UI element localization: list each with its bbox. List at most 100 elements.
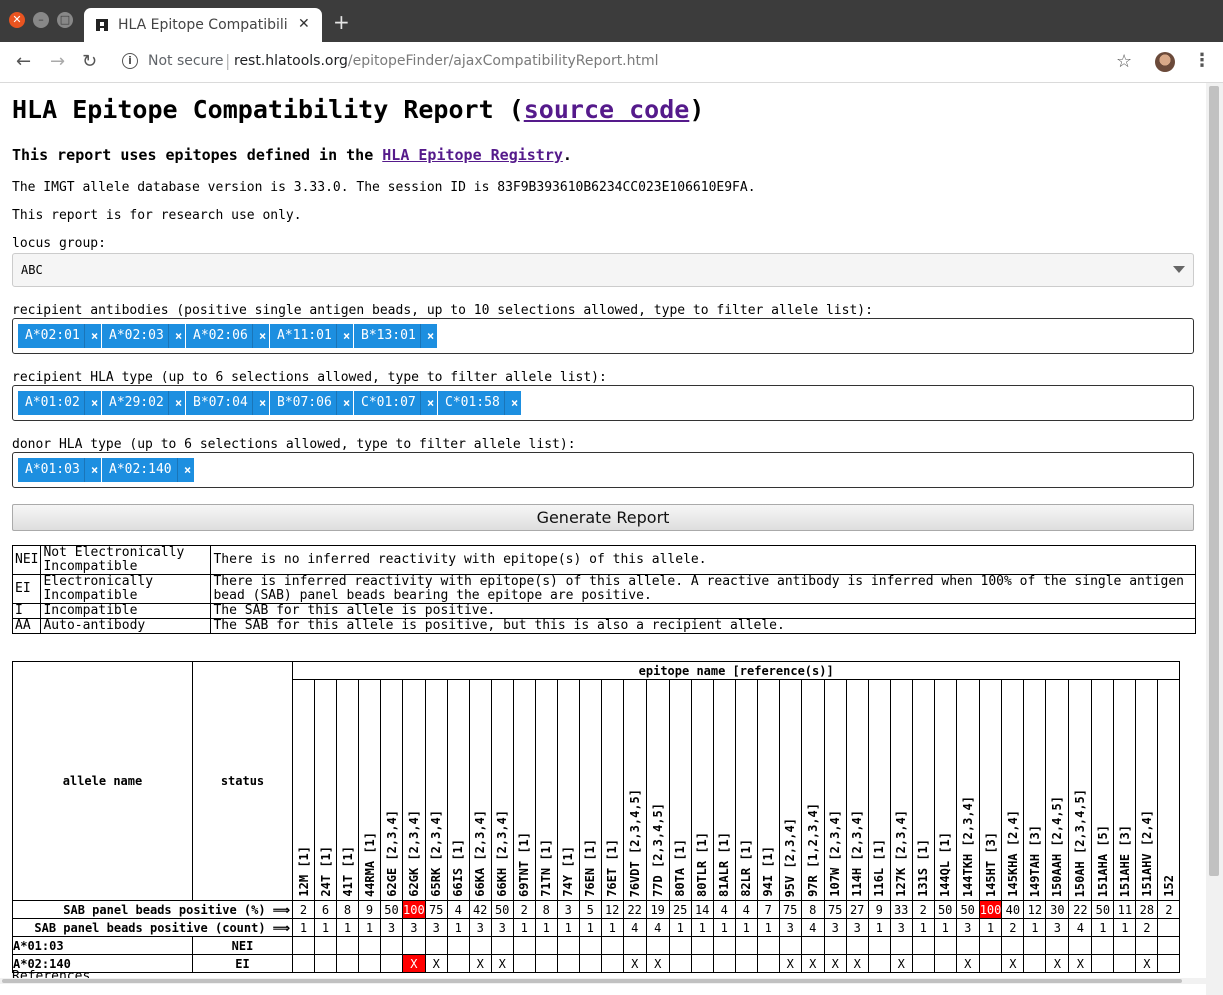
epitope-match-cell: X	[778, 954, 802, 973]
selected-allele-chip[interactable]: A*01:02 ×	[18, 391, 101, 415]
epitope-name: 80TLR [1]	[695, 831, 710, 897]
chevron-down-icon	[1173, 266, 1185, 273]
report-table-wrapper: allele name status epitope name [reference…	[12, 661, 1206, 991]
epitope-match-cell	[292, 954, 315, 973]
remove-chip-icon[interactable]: ×	[84, 324, 98, 348]
remove-chip-icon[interactable]: ×	[168, 391, 182, 415]
chip-label: C*01:58	[445, 395, 500, 410]
browser-menu-icon[interactable]: ⋮	[1193, 50, 1211, 71]
epitope-column-header: 44RMA [1]	[358, 679, 381, 901]
selected-allele-chip[interactable]: A*02:140 ×	[102, 458, 194, 482]
legend-code: AA	[11, 618, 42, 634]
legend-desc: There is no inferred reactivity with epi…	[210, 545, 1196, 575]
forward-arrow-icon[interactable]: →	[50, 52, 65, 72]
count-cell: 3	[468, 918, 492, 937]
selected-allele-chip[interactable]: C*01:58 ×	[438, 391, 521, 415]
vertical-scrollbar-thumb[interactable]	[1209, 86, 1219, 876]
remove-chip-icon[interactable]: ×	[336, 391, 350, 415]
epitope-name: 80TA [1]	[673, 839, 688, 897]
remove-chip-icon[interactable]: ×	[84, 391, 98, 415]
remove-chip-icon[interactable]: ×	[177, 458, 191, 482]
percent-cell: 14	[690, 900, 714, 919]
selected-allele-chip[interactable]: A*02:03 ×	[102, 324, 185, 348]
epitope-match-cell	[645, 936, 670, 955]
remove-chip-icon[interactable]: ×	[252, 324, 266, 348]
legend-name: Auto-antibody	[40, 618, 212, 634]
selected-allele-chip[interactable]: B*07:04 ×	[186, 391, 269, 415]
epitope-registry-link[interactable]: HLA Epitope Registry	[382, 146, 563, 164]
selected-allele-chip[interactable]: C*01:07 ×	[354, 391, 437, 415]
epitope-column-header: 127K [2,3,4]	[889, 679, 913, 901]
compatibility-report-table: allele name status epitope name [reference…	[12, 661, 1181, 973]
site-info-icon[interactable]: i	[122, 53, 138, 69]
profile-avatar[interactable]	[1155, 52, 1175, 72]
epitope-name: 150AAH [2,4,5]	[1050, 795, 1065, 897]
epitope-column-header: 151AHE [3]	[1113, 679, 1137, 901]
epitope-match-cell	[622, 936, 647, 955]
count-cell: 1	[446, 918, 470, 937]
new-tab-button[interactable]: +	[333, 12, 350, 32]
not-secure-label[interactable]: Not secure	[148, 53, 224, 69]
browser-tab[interactable]: HLA Epitope Compatibilit ✕	[84, 8, 322, 42]
epitope-match-cell: X	[955, 954, 980, 973]
epitope-column-header: 65RK [2,3,4]	[424, 679, 448, 901]
remove-chip-icon[interactable]: ×	[420, 324, 434, 348]
legend-name: Incompatible	[40, 603, 212, 619]
count-cell: 3	[845, 918, 869, 937]
remove-chip-icon[interactable]: ×	[420, 391, 434, 415]
url-host: rest.hlatools.org	[234, 53, 348, 69]
percent-cell: 30	[1045, 900, 1070, 919]
generate-report-button[interactable]: Generate Report	[12, 504, 1194, 531]
selected-allele-chip[interactable]: A*02:06 ×	[186, 324, 269, 348]
percent-cell: 2	[292, 900, 315, 919]
selected-allele-chip[interactable]: A*11:01 ×	[270, 324, 353, 348]
epitope-match-cell	[1113, 936, 1137, 955]
bookmark-star-icon[interactable]: ☆	[1116, 51, 1132, 72]
antibodies-multiselect[interactable]: A*02:01 × A*02:03 × A*02:06 × A*11:01 × B*13:01 ×	[12, 318, 1194, 354]
legend-desc: The SAB for this allele is positive.	[210, 603, 1196, 619]
epitope-match-cell	[292, 936, 315, 955]
window-minimize-button[interactable]: –	[33, 12, 49, 28]
selected-allele-chip[interactable]: B*13:01 ×	[354, 324, 437, 348]
count-cell: 1	[712, 918, 736, 937]
percent-cell: 50	[933, 900, 957, 919]
epitope-column-header: 62GE [2,3,4]	[380, 679, 403, 901]
selected-allele-chip[interactable]: A*29:02 ×	[102, 391, 185, 415]
epitope-match-cell	[712, 954, 736, 973]
selected-allele-chip[interactable]: A*01:03 ×	[18, 458, 101, 482]
tab-close-icon[interactable]: ✕	[298, 16, 310, 32]
back-arrow-icon[interactable]: ←	[16, 52, 31, 72]
donor-hla-multiselect[interactable]: A*01:03 × A*02:140 ×	[12, 452, 1194, 488]
remove-chip-icon[interactable]: ×	[168, 324, 182, 348]
window-maximize-button[interactable]: □	[57, 12, 73, 28]
window-close-button[interactable]: ✕	[9, 12, 25, 28]
remove-chip-icon[interactable]: ×	[252, 391, 266, 415]
horizontal-scrollbar-thumb[interactable]	[2, 979, 1182, 983]
remove-chip-icon[interactable]: ×	[336, 324, 350, 348]
address-bar[interactable]: rest.hlatools.org/epitopeFinder/ajaxComp…	[234, 53, 659, 69]
epitope-match-cell: X	[424, 954, 448, 973]
epitope-match-cell: X	[800, 954, 825, 973]
selected-allele-chip[interactable]: A*02:01 ×	[18, 324, 101, 348]
epitope-column-header: 145KHA [2,4]	[1001, 679, 1025, 901]
percent-cell: 2	[911, 900, 935, 919]
count-cell: 1	[933, 918, 957, 937]
percent-cell: 5	[578, 900, 602, 919]
reload-icon[interactable]: ↻	[82, 52, 97, 72]
epitope-match-cell	[512, 936, 536, 955]
chip-label: A*02:03	[109, 328, 164, 343]
percent-cell: 75	[424, 900, 448, 919]
epitope-name: 151AHV [2,4]	[1139, 810, 1154, 897]
count-cell: 3	[778, 918, 802, 937]
remove-chip-icon[interactable]: ×	[504, 391, 518, 415]
source-code-link[interactable]: source code	[524, 95, 690, 124]
recipient-hla-multiselect[interactable]: A*01:02 × A*29:02 × B*07:04 × B*07:06 × C*01:07 ×…	[12, 385, 1194, 421]
selected-allele-chip[interactable]: B*07:06 ×	[270, 391, 353, 415]
locus-group-select[interactable]: ABC	[12, 253, 1194, 287]
epitope-match-cell: X	[490, 954, 514, 973]
chip-label: B*13:01	[361, 328, 416, 343]
legend-code: NEI	[11, 545, 42, 575]
remove-chip-icon[interactable]: ×	[84, 458, 98, 482]
epitope-match-cell	[867, 954, 891, 973]
count-cell: 3	[490, 918, 514, 937]
